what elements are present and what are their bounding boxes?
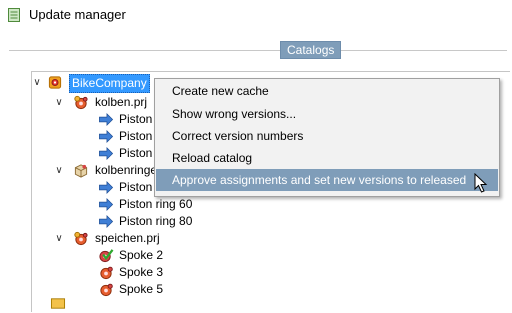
tree-node-label[interactable]: BikeCompany: [69, 74, 150, 93]
tree-node-label[interactable]: Spoke 5: [119, 281, 163, 298]
menu-item-show-wrong-versions[interactable]: Show wrong versions...: [156, 103, 498, 125]
context-menu: Create new cache Show wrong versions... …: [154, 78, 500, 197]
menu-item-correct-version-numbers[interactable]: Correct version numbers: [156, 125, 498, 147]
arrow-right-icon: [98, 214, 114, 229]
arrow-right-icon: [98, 180, 114, 195]
company-icon: [47, 75, 63, 90]
expand-chevron-icon[interactable]: ∨: [54, 230, 64, 247]
expand-chevron-icon[interactable]: ∨: [32, 74, 42, 91]
checked-part-icon: [98, 248, 114, 263]
tree-node-label[interactable]: speichen.prj: [95, 230, 160, 247]
expand-chevron-icon[interactable]: ∨: [54, 94, 64, 111]
part-icon: [98, 265, 114, 280]
tree-node-label[interactable]: Piston ring 80: [119, 213, 192, 230]
app-icon: [8, 8, 20, 22]
part-icon: [98, 282, 114, 297]
mouse-pointer-icon: [474, 173, 488, 193]
box-icon: [73, 163, 89, 178]
arrow-right-icon: [98, 112, 114, 127]
catalogs-group-label: Catalogs: [280, 41, 342, 59]
arrow-right-icon: [98, 197, 114, 212]
tree-node-label[interactable]: Piston: [119, 111, 152, 128]
group-border: [9, 50, 507, 51]
project-icon: [73, 231, 89, 246]
tree-node-label[interactable]: Piston: [119, 128, 152, 145]
menu-item-reload-catalog[interactable]: Reload catalog: [156, 147, 498, 169]
expand-chevron-icon[interactable]: ∨: [54, 162, 64, 179]
tree-node-label[interactable]: kolben.prj: [95, 94, 147, 111]
arrow-right-icon: [98, 129, 114, 144]
menu-item-approve-assignments[interactable]: Approve assignments and set new versions…: [156, 169, 498, 191]
tree-node-label[interactable]: Piston: [119, 145, 152, 162]
folder-icon: [50, 298, 66, 309]
menu-item-create-cache[interactable]: Create new cache: [156, 80, 498, 102]
project-icon: [73, 95, 89, 110]
window-title: Update manager: [29, 7, 126, 22]
arrow-right-icon: [98, 146, 114, 161]
title-bar: Update manager: [0, 0, 512, 31]
tree-node-label[interactable]: kolbenringe: [95, 162, 157, 179]
tree-node-label[interactable]: Piston ring 60: [119, 196, 192, 213]
tree-node-label[interactable]: Spoke 2: [119, 247, 163, 264]
tree-node-label[interactable]: Spoke 3: [119, 264, 163, 281]
